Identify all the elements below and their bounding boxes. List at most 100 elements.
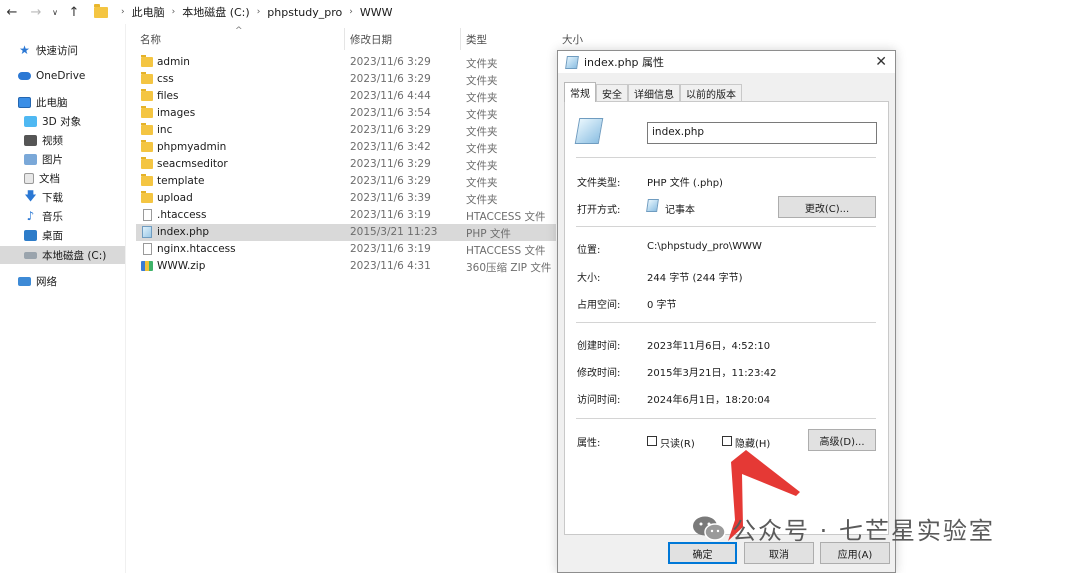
breadcrumb: › 此电脑 › 本地磁盘 (C:) › phpstudy_pro › WWW bbox=[94, 3, 393, 20]
modified-value: 2015年3月21日，11:23:42 bbox=[647, 368, 777, 379]
back-button[interactable]: ← bbox=[0, 0, 24, 24]
chevron-right-icon[interactable]: › bbox=[121, 7, 125, 17]
notepad-icon bbox=[646, 199, 659, 212]
column-header-date[interactable]: 修改日期 bbox=[350, 32, 392, 47]
file-row[interactable]: .htaccess 2023/11/6 3:19 HTACCESS 文件 bbox=[136, 207, 556, 224]
nav-item-desktop[interactable]: 桌面 bbox=[0, 226, 125, 244]
nav-item-network[interactable]: 网络 bbox=[0, 272, 125, 290]
download-icon: 🡇 bbox=[24, 188, 37, 203]
size-value: 244 字节 (244 字节) bbox=[647, 273, 743, 284]
nav-item-3d-objects[interactable]: 3D 对象 bbox=[0, 112, 125, 130]
nav-item-quick-access[interactable]: ★ 快速访问 bbox=[0, 41, 125, 59]
arrow-up-icon: ↑ bbox=[68, 4, 80, 20]
tab-bar: 常规 安全 详细信息 以前的版本 bbox=[564, 82, 742, 102]
tab-general[interactable]: 常规 bbox=[564, 82, 596, 102]
forward-button[interactable]: → bbox=[24, 0, 48, 24]
file-row[interactable]: images 2023/11/6 3:54 文件夹 bbox=[136, 105, 556, 122]
music-icon: ♪ bbox=[26, 209, 35, 223]
nav-item-music[interactable]: ♪ 音乐 bbox=[0, 207, 125, 225]
folder-icon bbox=[141, 157, 153, 169]
change-button[interactable]: 更改(C)... bbox=[778, 196, 876, 218]
column-header-type[interactable]: 类型 bbox=[466, 32, 487, 47]
attributes-label: 属性: bbox=[577, 438, 601, 449]
file-row[interactable]: phpmyadmin 2023/11/6 3:42 文件夹 bbox=[136, 139, 556, 156]
divider bbox=[576, 157, 876, 158]
php-file-icon bbox=[142, 226, 152, 238]
drive-icon bbox=[24, 251, 37, 259]
advanced-button[interactable]: 高级(D)... bbox=[808, 429, 876, 451]
divider bbox=[576, 226, 876, 227]
column-divider[interactable] bbox=[460, 28, 461, 50]
location-label: 位置: bbox=[577, 245, 601, 256]
chevron-right-icon[interactable]: › bbox=[349, 7, 353, 17]
readonly-checkbox[interactable] bbox=[647, 436, 657, 446]
hidden-checkbox[interactable] bbox=[722, 436, 732, 446]
created-label: 创建时间: bbox=[577, 341, 621, 352]
file-row[interactable]: seacmseditor 2023/11/6 3:29 文件夹 bbox=[136, 156, 556, 173]
open-with-value: 记事本 bbox=[665, 205, 695, 216]
chevron-down-icon: ∨ bbox=[52, 7, 58, 17]
tab-details[interactable]: 详细信息 bbox=[628, 84, 680, 102]
up-button[interactable]: ↑ bbox=[62, 0, 86, 24]
file-name-input[interactable]: index.php bbox=[647, 122, 877, 144]
picture-icon bbox=[24, 153, 37, 165]
dialog-title: index.php 属性 bbox=[584, 56, 665, 69]
nav-item-pictures[interactable]: 图片 bbox=[0, 150, 125, 168]
nav-item-downloads[interactable]: 🡇 下载 bbox=[0, 188, 125, 206]
breadcrumb-item[interactable]: WWW bbox=[360, 6, 393, 19]
breadcrumb-item[interactable]: 本地磁盘 (C:) bbox=[182, 4, 249, 20]
network-icon bbox=[18, 276, 31, 286]
nav-item-local-disk-c[interactable]: 本地磁盘 (C:) bbox=[0, 246, 125, 264]
file-row[interactable]: inc 2023/11/6 3:29 文件夹 bbox=[136, 122, 556, 139]
nav-item-onedrive[interactable]: OneDrive bbox=[0, 67, 125, 85]
recent-locations-button[interactable]: ∨ bbox=[48, 0, 62, 24]
tab-security[interactable]: 安全 bbox=[596, 84, 628, 102]
document-icon bbox=[24, 172, 34, 184]
file-list: ^ 名称 修改日期 类型 admin 2023/11/6 3:29 文件夹 cs… bbox=[126, 24, 556, 573]
file-row[interactable]: WWW.zip 2023/11/6 4:31 360压缩 ZIP 文件 bbox=[136, 258, 556, 275]
file-row-selected[interactable]: index.php 2015/3/21 11:23 PHP 文件 bbox=[136, 224, 556, 241]
folder-icon bbox=[141, 72, 153, 84]
divider bbox=[576, 418, 876, 419]
dialog-title-bar[interactable]: index.php 属性 ✕ bbox=[558, 51, 895, 73]
file-type-label: 文件类型: bbox=[577, 178, 621, 189]
nav-item-videos[interactable]: 视频 bbox=[0, 131, 125, 149]
folder-icon bbox=[141, 191, 153, 203]
file-row[interactable]: css 2023/11/6 3:29 文件夹 bbox=[136, 71, 556, 88]
folder-icon bbox=[141, 55, 153, 67]
file-row[interactable]: template 2023/11/6 3:29 文件夹 bbox=[136, 173, 556, 190]
folder-icon bbox=[141, 106, 153, 118]
general-tab-panel: index.php 文件类型: PHP 文件 (.php) 打开方式: 记事本 … bbox=[564, 101, 889, 535]
breadcrumb-item[interactable]: phpstudy_pro bbox=[267, 6, 342, 19]
video-icon bbox=[24, 134, 37, 146]
file-row[interactable]: files 2023/11/6 4:44 文件夹 bbox=[136, 88, 556, 105]
hidden-checkbox-label[interactable]: 隐藏(H) bbox=[735, 435, 770, 450]
divider bbox=[576, 322, 876, 323]
breadcrumb-item[interactable]: 此电脑 bbox=[132, 4, 165, 20]
properties-dialog: index.php 属性 ✕ 常规 安全 详细信息 以前的版本 index.ph… bbox=[557, 50, 896, 573]
readonly-checkbox-label[interactable]: 只读(R) bbox=[660, 435, 695, 450]
folder-icon bbox=[141, 140, 153, 152]
tab-previous-versions[interactable]: 以前的版本 bbox=[680, 84, 742, 102]
zip-icon bbox=[141, 261, 153, 271]
nav-item-this-pc[interactable]: 此电脑 bbox=[0, 93, 125, 111]
chevron-right-icon[interactable]: › bbox=[257, 7, 261, 17]
column-header-name[interactable]: 名称 bbox=[140, 32, 161, 47]
wechat-icon bbox=[693, 516, 726, 541]
nav-item-documents[interactable]: 文档 bbox=[0, 169, 125, 187]
chevron-right-icon[interactable]: › bbox=[172, 7, 176, 17]
arrow-right-icon: → bbox=[30, 4, 42, 20]
file-icon bbox=[143, 243, 152, 255]
star-icon: ★ bbox=[19, 43, 30, 57]
sort-ascending-icon: ^ bbox=[235, 26, 243, 36]
column-header-size[interactable]: 大小 bbox=[562, 32, 583, 47]
file-row[interactable]: upload 2023/11/6 3:39 文件夹 bbox=[136, 190, 556, 207]
file-row[interactable]: nginx.htaccess 2023/11/6 3:19 HTACCESS 文… bbox=[136, 241, 556, 258]
cube-icon bbox=[24, 115, 37, 127]
close-icon[interactable]: ✕ bbox=[875, 54, 887, 70]
navigation-pane: ★ 快速访问 OneDrive 此电脑 3D 对象 视频 图片 文档 🡇 下载 ♪ 音… bbox=[0, 24, 126, 573]
column-divider[interactable] bbox=[344, 28, 345, 50]
file-row[interactable]: admin 2023/11/6 3:29 文件夹 bbox=[136, 54, 556, 71]
folder-icon bbox=[141, 123, 153, 135]
file-type-value: PHP 文件 (.php) bbox=[647, 178, 723, 189]
